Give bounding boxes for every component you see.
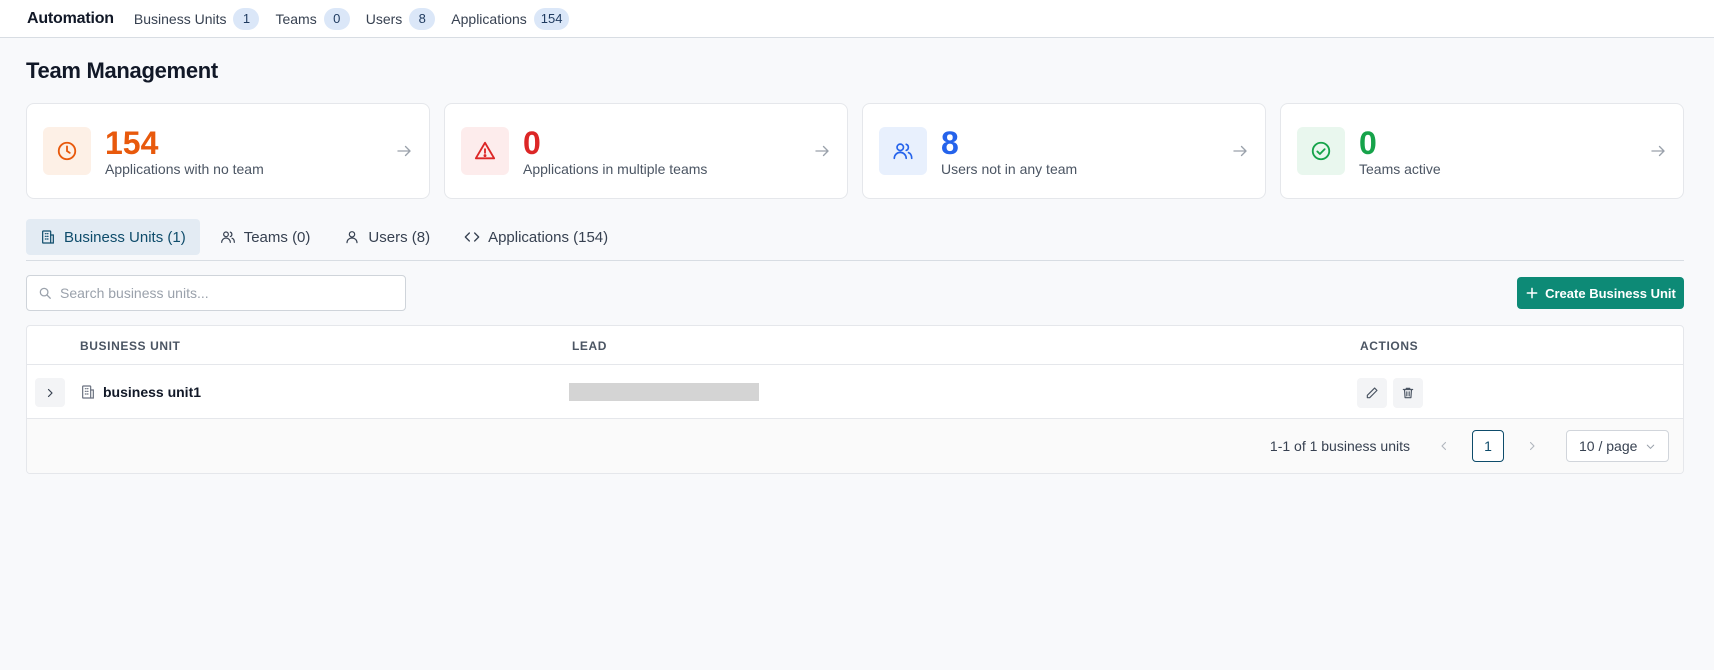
stat-label: Applications with no team [105,160,264,177]
nav-business-units-label: Business Units [133,10,227,27]
business-units-table: BUSINESS UNIT LEAD ACTIONS business unit… [26,325,1684,474]
stat-label: Applications in multiple teams [523,160,708,177]
nav-teams[interactable]: Teams 0 [275,7,350,30]
stat-card-apps-multiple-teams[interactable]: 0 Applications in multiple teams [444,103,848,199]
building-icon [80,384,96,405]
arrow-right-icon [1649,142,1667,165]
delete-button[interactable] [1393,378,1423,408]
stat-cards: 154 Applications with no team 0 Applicat… [26,103,1684,199]
user-icon [346,231,359,244]
edit-button[interactable] [1357,378,1387,408]
table-header: BUSINESS UNIT LEAD ACTIONS [27,326,1683,365]
table-row[interactable]: business unit1 [27,365,1683,419]
chevron-left-icon [1441,441,1447,451]
previous-page-button[interactable] [1432,440,1456,452]
tab-teams-label: Teams (0) [243,228,311,246]
page-size-value: 10 / page [1579,438,1638,454]
stat-card-teams-active[interactable]: 0 Teams active [1280,103,1684,199]
lead-value-redacted [569,383,759,401]
nav-applications[interactable]: Applications 154 [451,7,570,30]
arrow-right-icon [813,142,831,165]
arrow-right-icon [395,142,413,165]
stat-label: Teams active [1359,160,1441,177]
stat-value: 8 [941,124,959,161]
tab-teams[interactable]: Teams (0) [206,219,325,255]
search-box [26,275,406,311]
users-icon [220,231,235,243]
chevron-down-icon [1646,444,1655,449]
page-title: Team Management [26,58,218,83]
section-tabs: Business Units (1) Teams (0) Users (8) A… [26,219,1684,261]
create-business-unit-button[interactable]: Create Business Unit [1517,277,1684,309]
stat-card-apps-no-team[interactable]: 154 Applications with no team [26,103,430,199]
chevron-right-icon [47,388,53,397]
nav-users-count: 8 [409,7,436,30]
users-icon [879,127,927,175]
stat-value: 0 [523,124,541,161]
search-input[interactable] [60,285,390,301]
stat-card-users-no-team[interactable]: 8 Users not in any team [862,103,1266,199]
tab-applications-label: Applications (154) [488,228,609,246]
nav-applications-count: 154 [533,7,570,30]
pagination-bar: 1-1 of 1 business units 1 10 / page [27,419,1683,473]
clock-icon [43,127,91,175]
building-icon [42,230,54,244]
column-header-actions: ACTIONS [1360,339,1419,353]
app-brand[interactable]: Automation [27,10,114,28]
nav-business-units-count: 1 [233,7,260,30]
nav-users-label: Users [365,10,403,27]
stat-value: 154 [105,124,159,161]
stat-label: Users not in any team [941,160,1078,177]
pencil-icon [1366,387,1378,399]
top-navigation-bar: Automation Business Units 1 Teams 0 User… [0,0,1714,38]
tab-business-units-label: Business Units (1) [64,228,186,246]
nav-teams-label: Teams [275,10,317,27]
tab-applications[interactable]: Applications (154) [450,219,622,255]
nav-teams-count: 0 [323,7,350,30]
next-page-button[interactable] [1520,440,1544,452]
business-unit-name[interactable]: business unit1 [103,384,201,400]
pagination-summary: 1-1 of 1 business units [1269,438,1410,454]
arrow-right-icon [1231,142,1249,165]
check-circle-icon [1297,127,1345,175]
column-header-lead[interactable]: LEAD [572,339,607,353]
trash-icon [1402,387,1414,399]
create-business-unit-label: Create Business Unit [1545,285,1676,301]
tab-users[interactable]: Users (8) [330,219,444,255]
nav-applications-label: Applications [451,10,527,27]
tab-business-units[interactable]: Business Units (1) [26,219,200,255]
tab-users-label: Users (8) [368,228,431,246]
code-icon [464,232,480,242]
nav-business-units[interactable]: Business Units 1 [133,7,260,30]
page-number-button[interactable]: 1 [1472,430,1504,462]
chevron-right-icon [1529,441,1535,451]
warning-icon [461,127,509,175]
stat-value: 0 [1359,124,1377,161]
nav-users[interactable]: Users 8 [365,7,436,30]
search-icon [39,287,51,299]
expand-row-button[interactable] [35,378,65,407]
page-size-select[interactable]: 10 / page [1566,430,1669,462]
column-header-business-unit[interactable]: BUSINESS UNIT [80,339,180,353]
plus-icon [1526,287,1538,299]
